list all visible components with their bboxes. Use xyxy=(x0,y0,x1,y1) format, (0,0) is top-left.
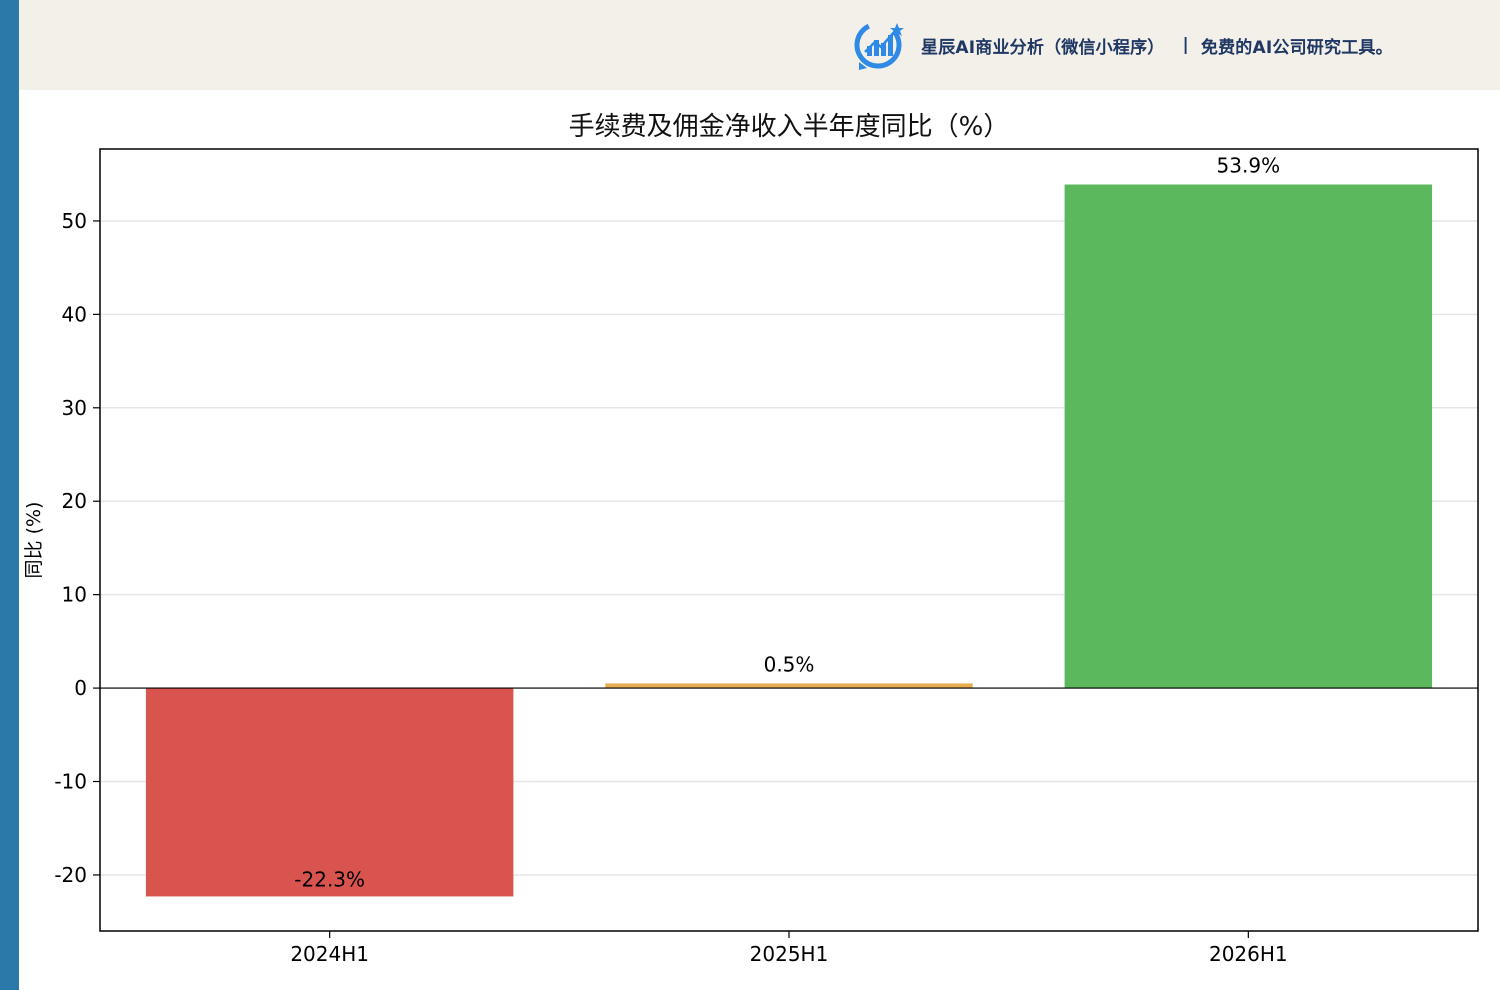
y-tick-label: 20 xyxy=(62,489,87,513)
y-tick-label: -20 xyxy=(54,863,87,887)
y-tick-label: 10 xyxy=(62,583,87,607)
bar xyxy=(605,683,973,689)
x-tick-label: 2024H1 xyxy=(290,942,369,966)
y-tick-label: 40 xyxy=(62,302,87,326)
y-tick-label: 0 xyxy=(74,676,87,700)
data-label: 0.5% xyxy=(764,652,815,676)
x-tick-label: 2026H1 xyxy=(1209,942,1288,966)
data-label: -22.3% xyxy=(294,867,365,891)
bar xyxy=(145,688,514,897)
bar xyxy=(1064,184,1433,689)
x-tick-label: 2025H1 xyxy=(750,942,829,966)
y-tick-label: -10 xyxy=(54,770,87,794)
y-tick-label: 30 xyxy=(62,396,87,420)
data-label: 53.9% xyxy=(1217,154,1281,178)
y-tick-label: 50 xyxy=(62,209,87,233)
y-axis-label: 同比 (%) xyxy=(23,502,45,579)
bar-chart: -22.3% 0.5% 53.9% -20 -10 0 10 20 30 40 50 2024H1 20… xyxy=(23,148,1479,966)
